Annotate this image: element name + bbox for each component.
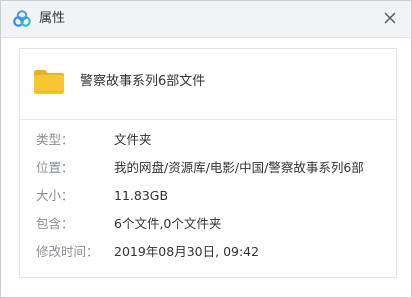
- properties-dialog: 属性 警察故事系列6部文件 类型： 文件夹 位置： 我的网盘/资源库/电影/中国…: [0, 0, 412, 298]
- folder-icon: [34, 70, 64, 94]
- property-row-modified: 修改时间： 2019年08月30日, 09:42: [20, 242, 396, 262]
- property-row-contains: 包含： 6个文件,0个文件夹: [20, 214, 396, 234]
- file-header: 警察故事系列6部文件: [20, 49, 396, 120]
- close-icon: [384, 12, 396, 24]
- baidu-netdisk-logo-icon: [13, 10, 31, 27]
- property-label: 位置：: [36, 160, 74, 175]
- dialog-title: 属性: [39, 11, 66, 26]
- property-label: 类型：: [36, 132, 74, 147]
- title-bar: 属性: [1, 1, 411, 38]
- property-value: 我的网盘/资源库/电影/中国/警察故事系列6部: [114, 160, 364, 175]
- property-row-location: 位置： 我的网盘/资源库/电影/中国/警察故事系列6部: [20, 158, 396, 178]
- property-row-size: 大小： 11.83GB: [20, 186, 396, 206]
- property-value: 2019年08月30日, 09:42: [114, 244, 260, 259]
- property-value: 11.83GB: [114, 188, 169, 203]
- close-button[interactable]: [379, 7, 401, 29]
- property-value: 文件夹: [114, 132, 152, 147]
- properties-panel: 警察故事系列6部文件 类型： 文件夹 位置： 我的网盘/资源库/电影/中国/警察…: [19, 48, 397, 278]
- property-value: 6个文件,0个文件夹: [114, 216, 222, 231]
- property-row-type: 类型： 文件夹: [20, 130, 396, 150]
- property-label: 大小：: [36, 188, 74, 203]
- property-label: 包含：: [36, 216, 74, 231]
- folder-name: 警察故事系列6部文件: [80, 74, 206, 89]
- property-label: 修改时间：: [36, 244, 99, 259]
